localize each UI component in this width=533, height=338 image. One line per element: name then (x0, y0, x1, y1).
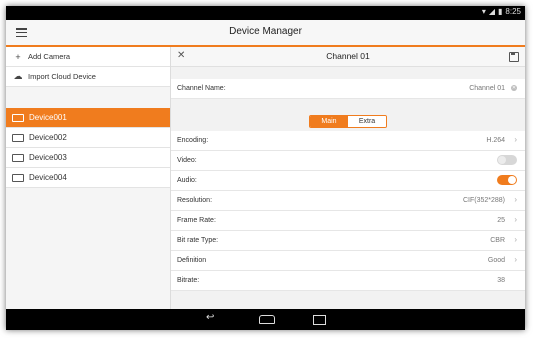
device-icon (12, 153, 24, 162)
video-toggle[interactable] (497, 155, 517, 165)
status-time: 8:25 (505, 7, 521, 16)
wifi-icon: ▾ (481, 7, 486, 16)
app-bar: Device Manager (6, 20, 525, 47)
device-label: Device001 (29, 113, 67, 122)
bit-rate-type-value: CBR (490, 237, 505, 244)
panel-header: ✕ Channel 01 (171, 47, 525, 67)
channel-name-row[interactable]: Channel Name: Channel 01 ✕ (171, 79, 525, 99)
add-camera-button[interactable]: + Add Camera (6, 47, 170, 67)
device-icon (12, 113, 24, 122)
device-item-device004[interactable]: Device004 (6, 168, 170, 188)
import-cloud-device-button[interactable]: ☁ Import Cloud Device (6, 67, 170, 87)
recent-apps-icon[interactable] (313, 315, 326, 325)
tab-extra[interactable]: Extra (348, 115, 386, 127)
sidebar: + Add Camera ☁ Import Cloud Device Devic… (6, 47, 171, 309)
resolution-value: CIF(352*288) (462, 197, 505, 204)
encoding-row[interactable]: Encoding: H.264 › (171, 131, 525, 151)
device-item-device001[interactable]: Device001 (6, 108, 170, 128)
status-icons: ▾ ◢ ▮ 8:25 (482, 7, 521, 16)
chevron-right-icon: › (514, 215, 517, 224)
definition-value: Good (487, 257, 505, 264)
panel-title: Channel 01 (326, 51, 370, 61)
channel-panel: ✕ Channel 01 Channel Name: Channel 01 ✕ … (171, 47, 525, 309)
import-cloud-device-label: Import Cloud Device (28, 72, 96, 81)
frame-rate-label: Frame Rate: (177, 217, 216, 224)
device-label: Device004 (29, 173, 67, 182)
device-item-device002[interactable]: Device002 (6, 128, 170, 148)
stream-tabs: Main Extra (309, 114, 387, 128)
definition-row[interactable]: Definition Good › (171, 251, 525, 271)
chevron-right-icon: › (514, 235, 517, 244)
device-icon (12, 133, 24, 142)
chevron-right-icon: › (514, 195, 517, 204)
bitrate-row[interactable]: Bitrate: 38 (171, 271, 525, 291)
tablet-screen: ▾ ◢ ▮ 8:25 Device Manager + Add Camera ☁… (6, 6, 525, 330)
device-label: Device003 (29, 153, 67, 162)
bitrate-label: Bitrate: (177, 277, 200, 284)
add-camera-label: Add Camera (28, 52, 71, 61)
frame-rate-row[interactable]: Frame Rate: 25 › (171, 211, 525, 231)
bit-rate-type-label: Bit rate Type: (177, 237, 219, 244)
audio-row: Audio: (171, 171, 525, 191)
chevron-right-icon: › (514, 255, 517, 264)
toggle-knob (498, 156, 506, 164)
toggle-knob (508, 176, 516, 184)
device-label: Device002 (29, 133, 67, 142)
device-item-device003[interactable]: Device003 (6, 148, 170, 168)
bitrate-value[interactable]: 38 (497, 277, 505, 284)
device-icon (12, 173, 24, 182)
stream-tabs-row: Main Extra (171, 111, 525, 131)
video-row: Video: (171, 151, 525, 171)
clear-icon[interactable]: ✕ (511, 85, 517, 91)
audio-toggle[interactable] (497, 175, 517, 185)
signal-icon: ◢ (488, 7, 496, 16)
back-icon[interactable]: ↩ (206, 312, 214, 323)
encoding-value: H.264 (486, 137, 505, 144)
cloud-icon: ☁ (13, 71, 23, 81)
resolution-row[interactable]: Resolution: CIF(352*288) › (171, 191, 525, 211)
channel-name-value[interactable]: Channel 01 (469, 85, 505, 92)
chevron-right-icon: › (514, 135, 517, 144)
channel-name-label: Channel Name: (177, 85, 226, 92)
frame-rate-value: 25 (497, 217, 505, 224)
status-bar: ▾ ◢ ▮ 8:25 (6, 6, 525, 20)
home-icon[interactable] (259, 315, 275, 324)
definition-label: Definition (177, 257, 207, 264)
audio-label: Audio: (177, 177, 197, 184)
resolution-label: Resolution: (177, 197, 213, 204)
video-label: Video: (177, 157, 197, 164)
app-title: Device Manager (229, 26, 302, 37)
plus-icon: + (15, 51, 21, 62)
tab-main[interactable]: Main (310, 115, 348, 127)
nav-bar: ↩ (6, 309, 525, 330)
bit-rate-type-row[interactable]: Bit rate Type: CBR › (171, 231, 525, 251)
encoding-label: Encoding: (177, 137, 209, 144)
battery-icon: ▮ (498, 7, 503, 16)
save-icon[interactable] (509, 52, 519, 62)
